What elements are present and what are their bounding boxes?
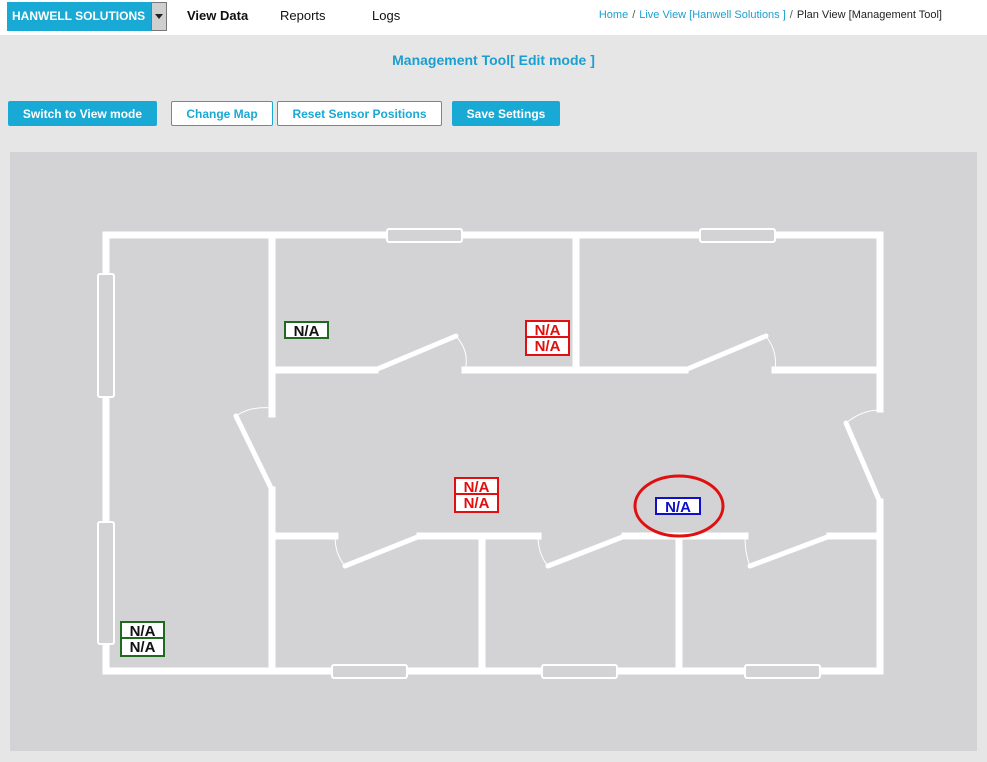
nav-logs[interactable]: Logs <box>372 8 400 23</box>
breadcrumb-current: Plan View [Management Tool] <box>796 9 942 21</box>
sensor-value: N/A <box>120 621 165 640</box>
top-bar: HANWELL SOLUTIONS View Data Reports Logs… <box>0 0 987 35</box>
breadcrumb: Home / Live View [Hanwell Solutions ] / Plan… <box>599 9 942 21</box>
sensor-tag[interactable]: N/A N/A <box>525 320 570 356</box>
breadcrumb-separator: / <box>632 9 636 21</box>
sensor-tag[interactable]: N/A N/A <box>454 477 499 513</box>
reset-sensor-positions-button[interactable]: Reset Sensor Positions <box>277 101 442 126</box>
sensor-tag[interactable]: N/A <box>284 321 329 340</box>
sensor-value: N/A <box>525 320 570 339</box>
change-map-button[interactable]: Change Map <box>171 101 273 126</box>
sensor-tag[interactable]: N/A N/A <box>120 621 165 657</box>
floor-plan-drawing <box>97 228 884 679</box>
switch-view-mode-button[interactable]: Switch to View mode <box>8 101 157 126</box>
nav-view-data[interactable]: View Data <box>187 8 248 23</box>
sensor-tag-selected[interactable]: N/A <box>655 497 701 516</box>
floor-plan-map[interactable]: N/A N/A N/A N/A N/A N/A N/A N/A <box>10 152 977 751</box>
sensor-value: N/A <box>525 338 570 356</box>
sensor-value: N/A <box>120 639 165 657</box>
save-settings-button[interactable]: Save Settings <box>452 101 560 126</box>
chevron-down-icon <box>155 14 163 19</box>
breadcrumb-home[interactable]: Home <box>599 9 628 21</box>
breadcrumb-live-view[interactable]: Live View [Hanwell Solutions ] <box>639 9 786 21</box>
page-title: Management Tool[ Edit mode ] <box>392 52 595 68</box>
breadcrumb-separator: / <box>789 9 793 21</box>
sensor-value: N/A <box>454 477 499 496</box>
sensor-value: N/A <box>655 497 701 516</box>
sensor-value: N/A <box>284 321 329 340</box>
brand-selector[interactable]: HANWELL SOLUTIONS <box>7 2 151 31</box>
sensor-value: N/A <box>454 495 499 513</box>
brand-dropdown-button[interactable] <box>151 2 167 31</box>
nav-reports[interactable]: Reports <box>280 8 326 23</box>
